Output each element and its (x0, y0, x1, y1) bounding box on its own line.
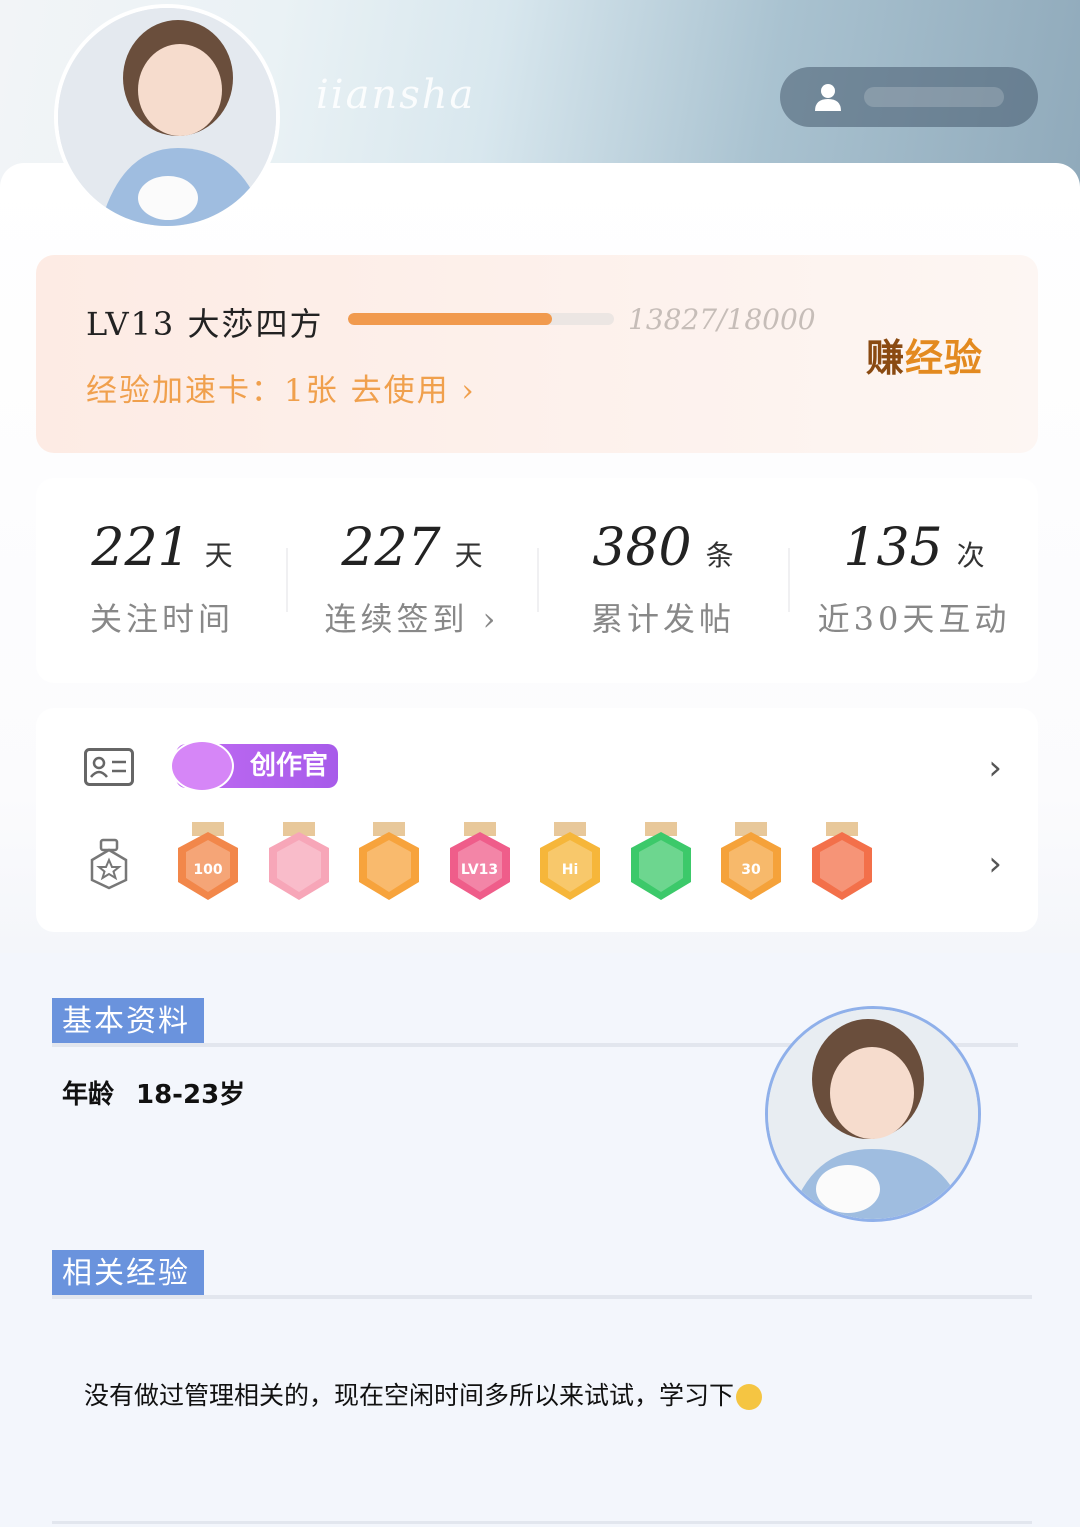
medal-shape (630, 822, 691, 900)
age-value: 18-23岁 (136, 1080, 246, 1110)
speed-card-link[interactable]: 经验加速卡：1张 去使用 › (86, 365, 476, 410)
stats-card: 221 天 关注时间 227 天 连续签到 › 380 条 累计发帖 135 次 近30… (36, 478, 1038, 683)
user-id-blurred (864, 87, 1004, 107)
medal-shape (811, 822, 872, 900)
stat-posts: 380 条 累计发帖 (563, 518, 763, 640)
profile-avatar[interactable] (54, 4, 280, 230)
stat-unit: 天 (204, 539, 233, 572)
stat-value: 135 (843, 518, 943, 578)
hi-medal-icon[interactable]: Hi (534, 822, 606, 906)
stat-unit: 天 (454, 539, 483, 572)
earn-label-rest: 经验 (905, 336, 984, 380)
stat-unit: 条 (705, 539, 734, 572)
medal-text: 30 (741, 862, 761, 878)
lv13-medal-icon[interactable]: LV13 (444, 822, 516, 906)
medal-shape (359, 822, 419, 900)
stat-value: 380 (592, 518, 692, 578)
level-card[interactable]: LV13 大莎四方 13827/18000 经验加速卡：1张 去使用 › 赚经验 (36, 255, 1038, 453)
id-card-icon (84, 748, 134, 786)
creator-label: 创作官 (249, 751, 328, 781)
stat-label: 累计发帖 (590, 600, 735, 638)
earn-exp-button[interactable]: 赚经验 (866, 327, 983, 382)
chevron-right-icon[interactable]: › (988, 748, 1002, 788)
chevron-right-icon[interactable]: › (988, 844, 1002, 884)
medal-text: LV13 (460, 862, 499, 878)
stat-follow-time: 221 天 关注时间 (62, 518, 262, 640)
rock-hand-medal-icon[interactable] (806, 822, 878, 906)
stat-unit: 次 (956, 539, 985, 572)
level-progress-fill (348, 313, 553, 325)
username: iiansha (316, 72, 476, 118)
stat-interactions: 135 次 近30天互动 (814, 518, 1014, 640)
level-progress-value: 13827/18000 (628, 303, 816, 336)
100-days-medal-icon[interactable]: 100 (172, 822, 244, 906)
avatar-photo (58, 8, 276, 226)
earn-label-first: 赚 (866, 336, 906, 380)
stat-divider (788, 548, 790, 612)
level-progress-bar (348, 313, 614, 325)
stat-divider (537, 548, 539, 612)
stat-value: 221 (91, 518, 191, 578)
medal-text: 100 (193, 862, 223, 878)
age-label: 年龄 (62, 1080, 115, 1110)
stat-label: 关注时间 (89, 600, 234, 638)
creator-mascot-icon (170, 740, 234, 792)
stat-label: 近30天互动 (817, 600, 1011, 638)
stat-divider (286, 548, 288, 612)
creator-badge[interactable]: 创作官 (170, 740, 338, 792)
bottom-divider (52, 1521, 1032, 1524)
section-underline (52, 1295, 1032, 1299)
30-days-medal-icon[interactable]: 30 (715, 822, 787, 906)
badge-card: 创作官 › 100 LV13 Hi 30 › (36, 708, 1038, 932)
birthday-cake-medal-icon[interactable] (263, 822, 335, 906)
section-title-experience: 相关经验 (52, 1250, 204, 1298)
stat-checkin[interactable]: 227 天 连续签到 › (312, 518, 512, 640)
section-title-basic: 基本资料 (52, 998, 204, 1046)
user-id-pill[interactable] (780, 67, 1038, 127)
hand-medal-icon[interactable] (625, 822, 697, 906)
user-icon (815, 84, 841, 111)
medal-outline-icon (90, 838, 128, 890)
stat-label: 连续签到 › (324, 600, 500, 638)
pleading-face-emoji-icon (736, 1384, 763, 1410)
experience-text: 没有做过管理相关的，现在空闲时间多所以来试试，学习下 (84, 1376, 763, 1412)
experience-body: 没有做过管理相关的，现在空闲时间多所以来试试，学习下 (84, 1381, 735, 1410)
stat-value: 227 (341, 518, 441, 578)
crown-medal-icon[interactable] (353, 822, 425, 906)
medal-shape (268, 822, 329, 900)
profile-photo (765, 1006, 981, 1222)
profile-photo-image (768, 1009, 978, 1219)
level-title: LV13 大莎四方 (86, 305, 324, 343)
medal-text: Hi (561, 862, 579, 878)
